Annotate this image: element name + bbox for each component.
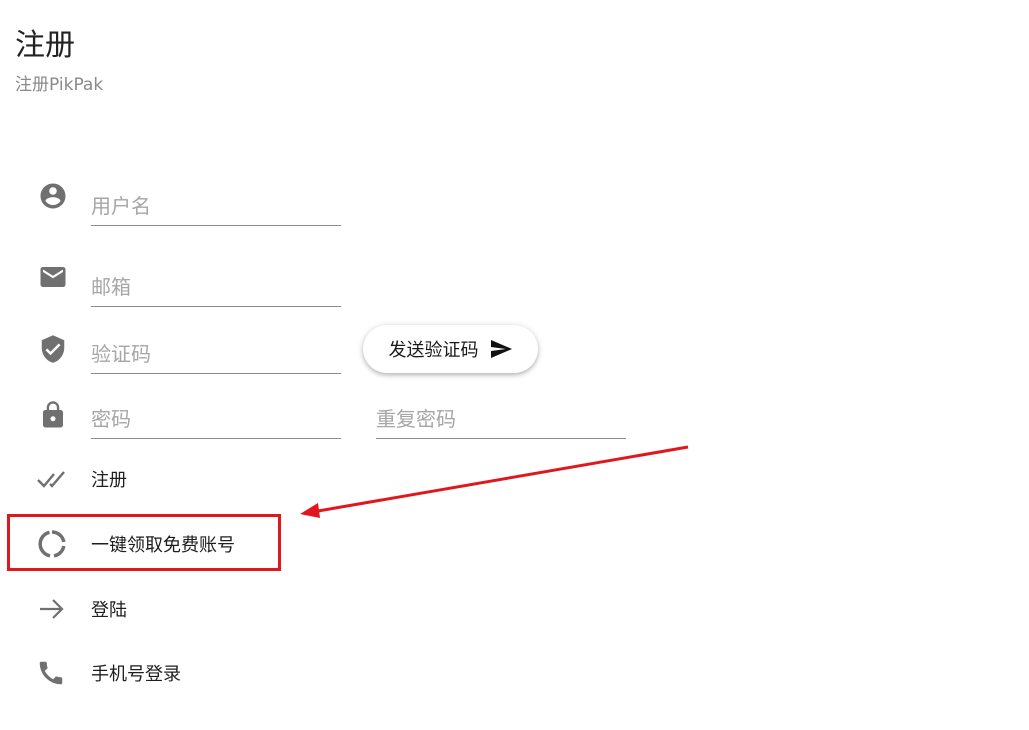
- email-field: [91, 270, 341, 307]
- login-link-label: 登陆: [91, 600, 127, 621]
- phone-login-link[interactable]: 手机号登录: [36, 658, 181, 688]
- page-subtitle: 注册PikPak: [15, 75, 104, 95]
- send-code-label: 发送验证码: [388, 340, 479, 361]
- double-check-icon: [36, 464, 68, 494]
- phone-icon: [36, 658, 68, 688]
- lock-icon: [38, 400, 68, 430]
- code-input[interactable]: [91, 337, 341, 371]
- password-confirm-input[interactable]: [376, 402, 626, 436]
- password-input[interactable]: [91, 402, 341, 436]
- account-circle-icon: [38, 181, 68, 211]
- send-code-button[interactable]: 发送验证码: [363, 325, 538, 373]
- register-link-label: 注册: [91, 470, 127, 491]
- username-input[interactable]: [91, 189, 341, 223]
- password-field: [91, 402, 341, 439]
- register-link[interactable]: 注册: [36, 464, 127, 494]
- arrow-right-icon: [36, 594, 68, 624]
- send-icon: [489, 337, 513, 361]
- page-title: 注册: [15, 28, 75, 63]
- highlight-box: [7, 514, 281, 571]
- login-link[interactable]: 登陆: [36, 594, 127, 624]
- password-confirm-field: [376, 402, 626, 439]
- verified-shield-icon: [38, 334, 68, 364]
- register-page: 注册 注册PikPak 发送验证码 注册: [0, 0, 1029, 730]
- phone-login-link-label: 手机号登录: [91, 664, 181, 685]
- code-field: [91, 337, 341, 374]
- email-input[interactable]: [91, 270, 341, 304]
- mail-icon: [38, 262, 68, 292]
- username-field: [91, 189, 341, 226]
